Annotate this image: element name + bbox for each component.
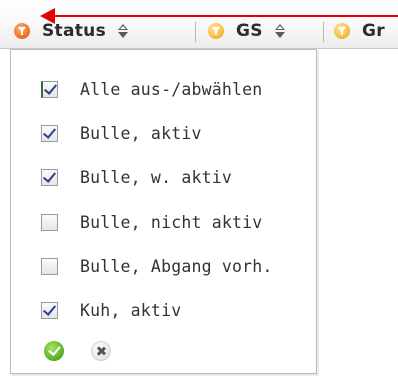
checkbox[interactable] (41, 257, 58, 275)
check-circle-icon (48, 343, 61, 356)
filter-option-select-all[interactable]: Alle aus-/abwählen (11, 69, 316, 109)
cancel-filter-button[interactable] (91, 341, 111, 361)
checkmark-icon (42, 168, 57, 183)
sort-up-inner (276, 26, 283, 29)
checkbox[interactable] (41, 124, 58, 142)
column-label-gr: Gr (362, 21, 385, 41)
filter-active-icon[interactable] (14, 23, 30, 39)
sort-down-inner (120, 33, 126, 36)
checkmark-icon (42, 124, 57, 139)
filter-option[interactable]: Bulle, Abgang vorh. (11, 246, 316, 286)
filter-icon[interactable] (208, 23, 224, 39)
filter-option[interactable]: Bulle, nicht aktiv (11, 202, 316, 242)
funnel-stem (21, 31, 23, 35)
filter-option[interactable]: Bulle, w. aktiv (11, 157, 316, 197)
column-header-gs[interactable]: GS (208, 18, 285, 44)
filter-icon[interactable] (334, 23, 350, 39)
sort-icon[interactable] (118, 22, 128, 40)
filter-option[interactable]: Kuh, aktiv (11, 290, 316, 330)
option-label: Bulle, Abgang vorh. (80, 256, 273, 276)
filter-option[interactable]: Bulle, aktiv (11, 113, 316, 153)
status-filter-panel: Alle aus-/abwählen Bulle, aktiv Bulle, w… (10, 49, 317, 374)
funnel-stem (341, 31, 343, 35)
page: Status GS Gr Alle aus-/abwählen Bulle, a… (0, 0, 398, 385)
apply-filter-button[interactable] (44, 341, 64, 361)
column-label-gs: GS (236, 21, 263, 41)
table-body-area (318, 49, 398, 385)
table-header: Status GS Gr (0, 0, 398, 49)
sort-icon[interactable] (274, 22, 285, 40)
checkmark-icon (42, 301, 57, 316)
checkbox[interactable] (41, 168, 58, 186)
sort-up-inner (120, 26, 126, 29)
option-label: Kuh, aktiv (80, 300, 182, 320)
column-header-status[interactable]: Status (14, 18, 128, 44)
column-divider (195, 22, 196, 42)
column-divider (323, 22, 324, 42)
checkbox-select-all[interactable] (41, 80, 58, 98)
option-label: Bulle, aktiv (80, 123, 202, 143)
option-label: Bulle, nicht aktiv (80, 212, 263, 232)
checkbox[interactable] (41, 213, 58, 231)
checkmark-icon (43, 80, 58, 95)
funnel-stem (215, 31, 217, 35)
checkbox[interactable] (41, 301, 58, 319)
option-label: Bulle, w. aktiv (80, 167, 233, 187)
column-header-gr[interactable]: Gr (334, 18, 385, 44)
option-label: Alle aus-/abwählen (80, 79, 263, 99)
annotation-arrow-line (52, 15, 398, 17)
sort-down-inner (276, 33, 283, 36)
column-label-status: Status (42, 21, 106, 41)
